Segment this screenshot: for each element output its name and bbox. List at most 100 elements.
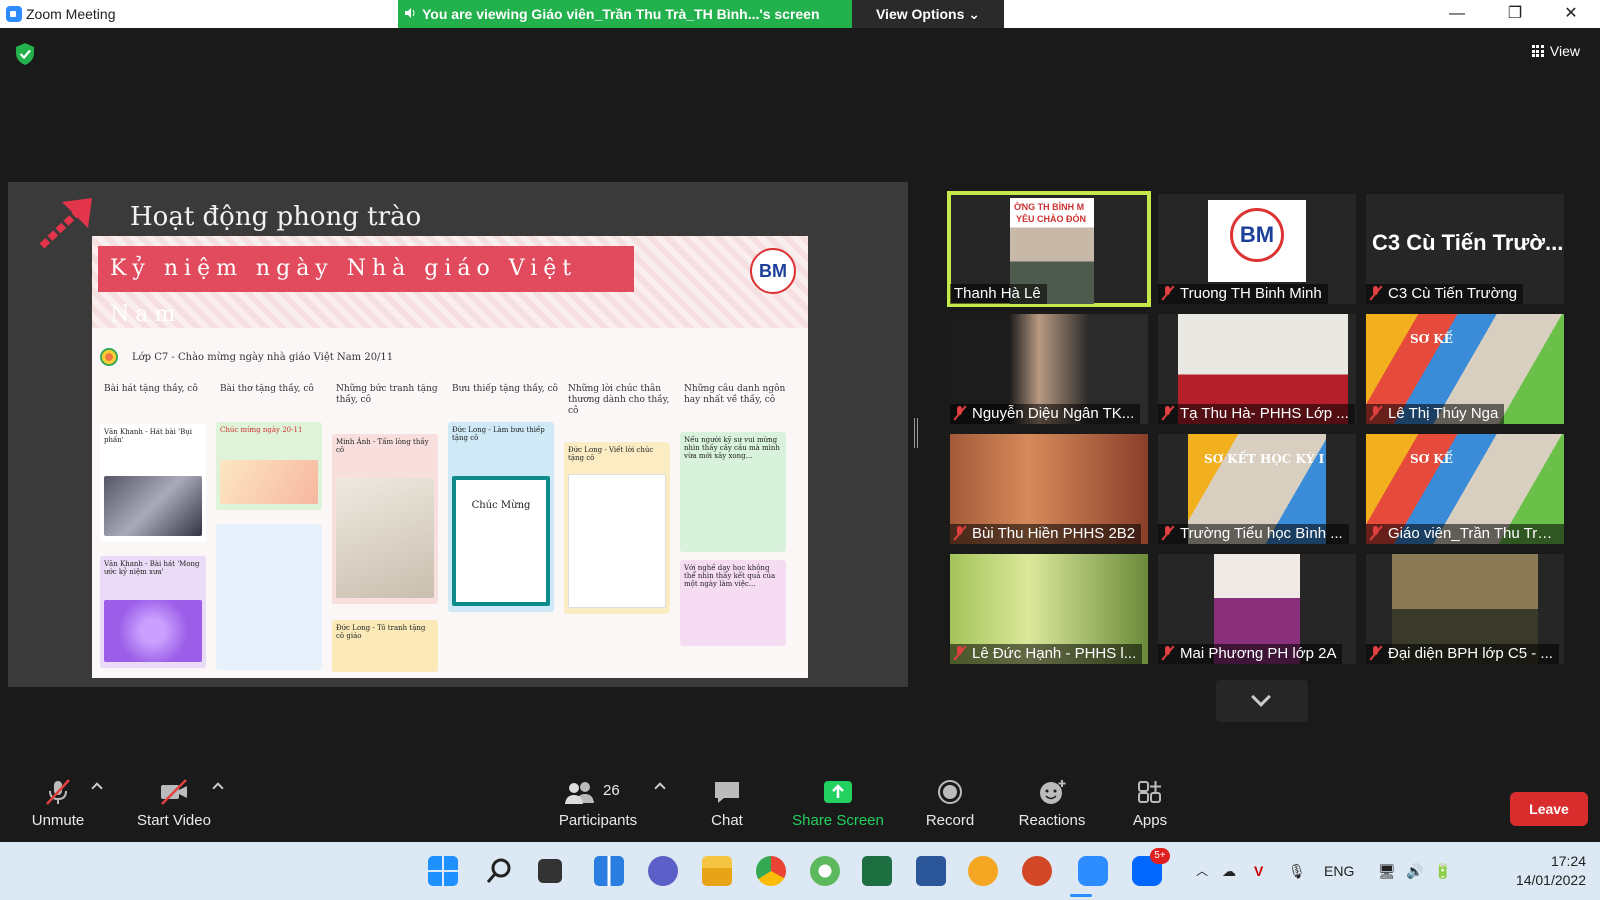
school-logo: BM [1230, 208, 1284, 262]
start-video-label: Start Video [137, 812, 211, 829]
media-player-icon[interactable] [968, 856, 998, 886]
battery-icon[interactable]: 🔋 [1434, 842, 1451, 900]
close-button[interactable]: ✕ [1542, 0, 1600, 28]
speaker-icon [405, 8, 415, 18]
video-off-icon [161, 779, 187, 805]
participant-tile[interactable]: Tạ Thu Hà- PHHS Lớp ... [1158, 314, 1356, 424]
view-label: View [1549, 43, 1580, 59]
view-options-button[interactable]: View Options ⌄ [852, 0, 1004, 28]
unmute-label: Unmute [31, 812, 85, 829]
start-video-button[interactable]: Start Video [130, 778, 218, 829]
chat-icon [715, 782, 739, 803]
show-more-participants-button[interactable] [1216, 680, 1308, 722]
volume-icon[interactable]: 🔊 [1406, 842, 1423, 900]
share-screen-icon [824, 781, 852, 803]
audio-options-caret[interactable] [91, 782, 103, 794]
tile-overlay-text: YÊU CHÀO ĐÓN [1016, 214, 1087, 224]
apps-button[interactable]: Apps [1128, 778, 1172, 829]
chat-label: Chat [711, 812, 743, 829]
unmute-button[interactable]: Unmute [28, 778, 88, 829]
view-layout-button[interactable]: View [1531, 40, 1580, 62]
participant-big-name: C3 Cù Tiến Trườ... [1372, 230, 1564, 255]
participant-name: Đại diện BPH lớp C5 - ... [1366, 644, 1559, 664]
chrome-icon[interactable] [756, 856, 786, 886]
padlet-avatar-icon [100, 348, 118, 366]
padlet-column: Những câu danh ngôn hay nhất về thầy, cô [684, 384, 786, 405]
panel-resize-handle[interactable] [914, 418, 918, 448]
security-shield-icon[interactable] [14, 42, 36, 66]
zoom-taskbar-icon[interactable] [1078, 856, 1108, 886]
reactions-button[interactable]: Reactions [1012, 778, 1092, 829]
padlet-card: Văn Khanh - Bài hát 'Mong ước kỷ niệm xư… [100, 556, 206, 668]
padlet-card: Với nghề dạy học không thể nhìn thấy kết… [680, 560, 786, 646]
participant-name: Lê Đức Hạnh - PHHS l... [950, 644, 1143, 664]
muted-mic-icon [954, 406, 966, 420]
task-view-icon[interactable] [538, 859, 562, 883]
apps-label: Apps [1132, 812, 1168, 829]
viewing-screen-banner: You are viewing Giáo viên_Trần Thu Trà_T… [398, 0, 852, 28]
share-screen-label: Share Screen [792, 812, 884, 829]
tray-overflow-icon[interactable]: ︿ [1196, 842, 1208, 900]
participant-tile[interactable]: BM Truong TH Binh Minh [1158, 194, 1356, 304]
onedrive-icon[interactable]: ☁ [1222, 842, 1236, 900]
participant-tile[interactable]: SƠ KẾT HỌC KỲ I Trường Tiểu học Bình ... [1158, 434, 1356, 544]
participants-button[interactable]: 26 Participants [556, 778, 640, 829]
participant-tile[interactable]: Lê Đức Hạnh - PHHS l... [950, 554, 1148, 664]
meeting-toolbar: Unmute Start Video 26 Participants Chat … [0, 772, 1600, 842]
search-icon[interactable] [484, 856, 514, 886]
clock-date: 14/01/2022 [1515, 872, 1586, 888]
chevron-down-icon [1251, 687, 1271, 707]
title-bar: Zoom Meeting You are viewing Giáo viên_T… [0, 0, 1600, 28]
muted-mic-icon [1370, 646, 1382, 660]
microphone-icon[interactable]: 🎙 [1288, 842, 1306, 900]
reactions-icon [1040, 780, 1066, 804]
padlet-column: Những lời chúc thân thương dành cho thầy… [568, 384, 670, 416]
excel-icon[interactable] [862, 856, 892, 886]
v-app-icon[interactable]: V [1254, 842, 1263, 900]
participant-name: Lê Thị Thúy Nga [1366, 404, 1505, 424]
tile-overlay-text: ỜNG TH BÌNH M [1014, 202, 1085, 212]
language-indicator[interactable]: ENG [1324, 842, 1354, 900]
slide-title: Hoạt động phong trào [130, 202, 422, 232]
green-app-icon[interactable] [810, 856, 840, 886]
tile-overlay-text: SƠ KẾT HỌC KỲ I [1204, 452, 1325, 466]
maximize-button[interactable]: ❐ [1486, 0, 1544, 28]
powerpoint-icon[interactable] [1022, 856, 1052, 886]
participant-tile[interactable]: Nguyễn Diệu Ngân TK... [950, 314, 1148, 424]
muted-mic-icon [1162, 406, 1174, 420]
school-logo: BM [750, 248, 796, 294]
participant-tile[interactable]: C3 Cù Tiến Trườ... C3 Cù Tiến Trường [1366, 194, 1564, 304]
apps-icon [1138, 781, 1161, 803]
participants-options-caret[interactable] [654, 782, 666, 794]
record-icon [938, 780, 962, 804]
participant-tile[interactable]: SƠ KẾ Lê Thị Thúy Nga [1366, 314, 1564, 424]
muted-mic-icon [1162, 286, 1174, 300]
padlet-column: Bưu thiếp tặng thầy, cô [452, 384, 558, 394]
participant-tile[interactable]: Bùi Thu Hiền PHHS 2B2 [950, 434, 1148, 544]
file-explorer-icon[interactable] [702, 856, 732, 886]
chat-button[interactable]: Chat [702, 778, 752, 829]
participant-tile[interactable]: SƠ KẾ Giáo viên_Trần Thu Trà... [1366, 434, 1564, 544]
minimize-button[interactable]: — [1428, 0, 1486, 28]
participant-tile[interactable]: ỜNG TH BÌNH M YÊU CHÀO ĐÓN Thanh Hà Lê [947, 191, 1151, 307]
participant-tile[interactable]: Mai Phương PH lớp 2A [1158, 554, 1356, 664]
word-icon[interactable] [916, 856, 946, 886]
leave-button[interactable]: Leave [1510, 792, 1588, 826]
zoom-logo-icon [6, 6, 22, 22]
system-clock[interactable]: 17:24 14/01/2022 [1516, 852, 1586, 890]
widgets-icon[interactable] [594, 856, 624, 886]
teams-chat-icon[interactable] [648, 856, 678, 886]
padlet-card: Đức Long - Tô tranh tặng cô giáo [332, 620, 438, 672]
participant-name: Tạ Thu Hà- PHHS Lớp ... [1158, 404, 1355, 424]
muted-mic-icon [954, 526, 966, 540]
padlet-column: Những bức tranh tặng thầy, cô [336, 384, 438, 405]
participant-tile[interactable]: Đại diện BPH lớp C5 - ... [1366, 554, 1564, 664]
network-icon[interactable]: 🖥 [1378, 842, 1396, 900]
record-button[interactable]: Record [920, 778, 980, 829]
shared-screen[interactable]: Hoạt động phong trào Kỷ niệm ngày Nhà gi… [8, 182, 908, 687]
padlet-banner-title: Kỷ niệm ngày Nhà giáo Việt Nam [98, 246, 634, 327]
share-screen-button[interactable]: Share Screen [790, 778, 886, 829]
participant-name: Bùi Thu Hiền PHHS 2B2 [950, 524, 1142, 544]
tile-overlay-text: SƠ KẾ [1410, 452, 1453, 466]
windows-start-icon[interactable] [428, 856, 458, 886]
